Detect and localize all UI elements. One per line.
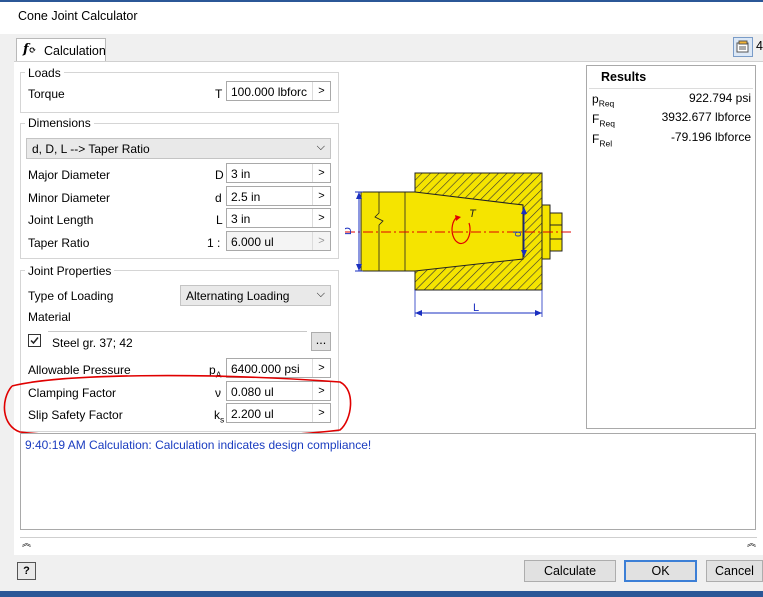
calculate-button[interactable]: Calculate — [524, 560, 616, 582]
type-of-loading-select[interactable]: Alternating Loading ⌵ — [180, 285, 331, 306]
result-f-rel-value: -79.196 lbforce — [670, 130, 751, 144]
major-diameter-field[interactable]: 3 in > — [226, 163, 331, 183]
toolbar-overflow-number[interactable]: 4 — [756, 39, 763, 53]
joint-length-value: 3 in — [231, 212, 251, 226]
chevron-right-icon[interactable]: > — [312, 187, 330, 205]
dimensions-mode-select[interactable]: d, D, L --> Taper Ratio ⌵ — [26, 138, 331, 159]
torque-symbol: T — [215, 87, 223, 101]
material-checkbox[interactable] — [28, 334, 41, 347]
chevron-right-icon[interactable]: > — [312, 232, 330, 250]
cancel-button[interactable]: Cancel — [706, 560, 763, 582]
minor-diameter-symbol: d — [215, 191, 222, 205]
result-p-req-value: 922.794 psi — [688, 91, 751, 105]
taper-ratio-field[interactable]: 6.000 ul > — [226, 231, 331, 251]
loads-group-title: Loads — [25, 66, 64, 80]
torque-value: 100.000 lbforc — [231, 85, 308, 99]
double-chevron-up-icon[interactable]: ︽ — [747, 539, 756, 548]
tab-calculation[interactable]: f⟳ Calculation — [16, 38, 106, 62]
material-value: Steel gr. 37; 42 — [52, 336, 133, 350]
major-diameter-label: Major Diameter — [28, 168, 111, 182]
dimensions-mode-value: d, D, L --> Taper Ratio — [32, 142, 150, 156]
joint-length-field[interactable]: 3 in > — [226, 208, 331, 228]
chevron-down-icon: ⌵ — [316, 288, 325, 300]
result-p-req-label: pReq — [592, 92, 615, 109]
minor-diameter-value: 2.5 in — [231, 190, 261, 204]
title-bar: Cone Joint Calculator — [0, 2, 763, 34]
ok-button[interactable]: OK — [624, 560, 697, 582]
message-log[interactable]: 9:40:19 AM Calculation: Calculation indi… — [20, 433, 756, 530]
result-f-rel-label: FRel — [592, 132, 613, 149]
cone-joint-diagram: T D d L — [345, 172, 573, 317]
joint-length-label: Joint Length — [28, 213, 94, 227]
minor-diameter-field[interactable]: 2.5 in > — [226, 186, 331, 206]
material-browse-button[interactable]: ... — [311, 332, 331, 351]
chevron-right-icon[interactable]: > — [312, 82, 330, 100]
window-title: Cone Joint Calculator — [18, 9, 138, 23]
log-message: 9:40:19 AM Calculation: Calculation indi… — [25, 438, 372, 452]
chevron-right-icon[interactable]: > — [312, 164, 330, 182]
fx-icon: f⟳ — [23, 42, 37, 57]
window-bottom-border — [0, 591, 763, 597]
taper-ratio-label: Taper Ratio — [28, 236, 90, 250]
result-f-req-label: FReq — [592, 112, 615, 129]
minor-diameter-label: Minor Diameter — [28, 191, 111, 205]
red-annotation-ellipse — [3, 374, 352, 439]
chevron-right-icon[interactable]: > — [312, 209, 330, 227]
taper-ratio-symbol: 1 : — [207, 236, 221, 250]
settings-toolbar-icon[interactable] — [733, 37, 753, 57]
dimensions-group-title: Dimensions — [25, 116, 94, 130]
splitter-bar[interactable] — [20, 537, 757, 550]
diagram-label-D: D — [345, 227, 354, 235]
result-f-req-value: 3932.677 lbforce — [661, 110, 751, 124]
tab-strip — [0, 34, 763, 64]
material-label: Material — [28, 310, 71, 324]
torque-field[interactable]: 100.000 lbforc > — [226, 81, 331, 101]
results-title: Results — [601, 70, 647, 84]
double-chevron-up-icon[interactable]: ︽ — [22, 539, 31, 548]
joint-length-symbol: L — [216, 213, 223, 227]
type-of-loading-label: Type of Loading — [28, 289, 114, 303]
diagram-label-d: d — [512, 231, 524, 237]
chevron-down-icon: ⌵ — [316, 141, 325, 153]
major-diameter-value: 3 in — [231, 167, 251, 181]
joint-properties-group-title: Joint Properties — [25, 264, 115, 278]
help-button[interactable]: ? — [17, 562, 36, 580]
material-field[interactable]: Steel gr. 37; 42 — [48, 331, 307, 351]
torque-label: Torque — [28, 87, 65, 101]
results-divider — [589, 88, 753, 89]
taper-ratio-value: 6.000 ul — [231, 235, 274, 249]
results-panel: Results pReq 922.794 psi FReq 3932.677 l… — [586, 65, 756, 429]
diagram-label-L: L — [473, 302, 479, 314]
type-of-loading-value: Alternating Loading — [186, 289, 290, 303]
major-diameter-symbol: D — [215, 168, 224, 182]
tab-calculation-label: Calculation — [44, 44, 106, 58]
